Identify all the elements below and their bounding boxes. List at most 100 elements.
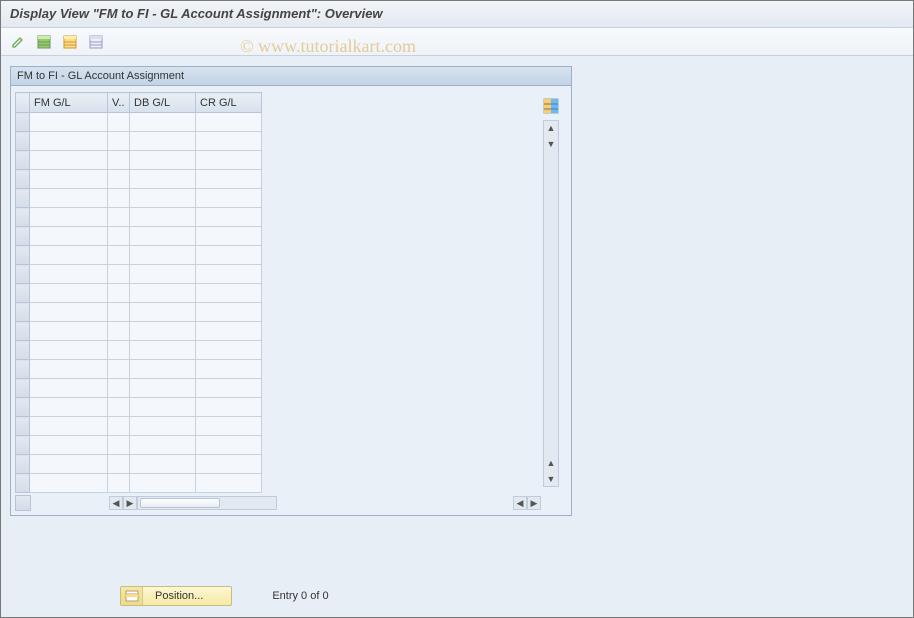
cell-db_gl[interactable] [130, 341, 196, 360]
cell-v[interactable] [108, 436, 130, 455]
table-row[interactable] [16, 151, 262, 170]
cell-db_gl[interactable] [130, 208, 196, 227]
cell-fm_gl[interactable] [30, 341, 108, 360]
table-row[interactable] [16, 398, 262, 417]
cell-fm_gl[interactable] [30, 113, 108, 132]
cell-cr_gl[interactable] [196, 303, 262, 322]
table-row[interactable] [16, 360, 262, 379]
cell-db_gl[interactable] [130, 417, 196, 436]
cell-cr_gl[interactable] [196, 474, 262, 493]
table-row[interactable] [16, 208, 262, 227]
cell-db_gl[interactable] [130, 265, 196, 284]
cell-fm_gl[interactable] [30, 360, 108, 379]
table-row[interactable] [16, 303, 262, 322]
cell-fm_gl[interactable] [30, 379, 108, 398]
cell-fm_gl[interactable] [30, 265, 108, 284]
cell-db_gl[interactable] [130, 360, 196, 379]
scroll-up2-button[interactable]: ▲ [544, 456, 558, 470]
cell-v[interactable] [108, 170, 130, 189]
table-row[interactable] [16, 417, 262, 436]
table-settings-button[interactable] [543, 98, 559, 114]
hscroll-thumb[interactable] [140, 498, 220, 508]
row-selector[interactable] [16, 227, 30, 246]
scroll-up-button[interactable]: ▲ [544, 121, 558, 135]
cell-cr_gl[interactable] [196, 284, 262, 303]
cell-cr_gl[interactable] [196, 455, 262, 474]
column-header-selector[interactable] [16, 93, 30, 113]
hscroll-left-1[interactable]: ◀ [109, 496, 123, 510]
row-selector[interactable] [16, 284, 30, 303]
cell-v[interactable] [108, 303, 130, 322]
cell-cr_gl[interactable] [196, 151, 262, 170]
cell-fm_gl[interactable] [30, 208, 108, 227]
cell-v[interactable] [108, 208, 130, 227]
cell-db_gl[interactable] [130, 151, 196, 170]
row-selector[interactable] [16, 322, 30, 341]
cell-cr_gl[interactable] [196, 436, 262, 455]
cell-db_gl[interactable] [130, 113, 196, 132]
cell-fm_gl[interactable] [30, 170, 108, 189]
cell-fm_gl[interactable] [30, 189, 108, 208]
table-row[interactable] [16, 227, 262, 246]
column-header-db_gl[interactable]: DB G/L [130, 93, 196, 113]
cell-fm_gl[interactable] [30, 151, 108, 170]
cell-cr_gl[interactable] [196, 208, 262, 227]
hscroll-track[interactable] [137, 496, 277, 510]
table-row[interactable] [16, 322, 262, 341]
cell-fm_gl[interactable] [30, 284, 108, 303]
table-row[interactable] [16, 132, 262, 151]
row-selector[interactable] [16, 246, 30, 265]
cell-v[interactable] [108, 284, 130, 303]
cell-fm_gl[interactable] [30, 398, 108, 417]
cell-cr_gl[interactable] [196, 322, 262, 341]
cell-db_gl[interactable] [130, 189, 196, 208]
toolbar-deselect-all-button[interactable] [86, 32, 106, 52]
cell-db_gl[interactable] [130, 474, 196, 493]
cell-cr_gl[interactable] [196, 379, 262, 398]
table-row[interactable] [16, 170, 262, 189]
cell-fm_gl[interactable] [30, 474, 108, 493]
row-selector[interactable] [16, 379, 30, 398]
cell-db_gl[interactable] [130, 455, 196, 474]
row-selector[interactable] [16, 265, 30, 284]
scroll-down-button[interactable]: ▼ [544, 137, 558, 151]
table-row[interactable] [16, 284, 262, 303]
cell-v[interactable] [108, 417, 130, 436]
cell-v[interactable] [108, 189, 130, 208]
cell-fm_gl[interactable] [30, 436, 108, 455]
cell-v[interactable] [108, 113, 130, 132]
scroll-down2-button[interactable]: ▼ [544, 472, 558, 486]
cell-cr_gl[interactable] [196, 398, 262, 417]
cell-v[interactable] [108, 265, 130, 284]
cell-v[interactable] [108, 341, 130, 360]
cell-db_gl[interactable] [130, 436, 196, 455]
cell-db_gl[interactable] [130, 322, 196, 341]
cell-v[interactable] [108, 151, 130, 170]
row-selector[interactable] [16, 474, 30, 493]
toolbar-select-button[interactable] [34, 32, 54, 52]
cell-db_gl[interactable] [130, 227, 196, 246]
row-selector[interactable] [16, 113, 30, 132]
data-grid[interactable]: FM G/LV..DB G/LCR G/L [15, 92, 262, 493]
cell-v[interactable] [108, 322, 130, 341]
table-row[interactable] [16, 379, 262, 398]
toolbar-edit-button[interactable] [8, 32, 28, 52]
hscroll-left-2[interactable]: ◀ [513, 496, 527, 510]
cell-fm_gl[interactable] [30, 303, 108, 322]
cell-fm_gl[interactable] [30, 227, 108, 246]
cell-db_gl[interactable] [130, 303, 196, 322]
cell-cr_gl[interactable] [196, 341, 262, 360]
row-selector[interactable] [16, 170, 30, 189]
cell-v[interactable] [108, 360, 130, 379]
cell-cr_gl[interactable] [196, 417, 262, 436]
row-selector[interactable] [16, 341, 30, 360]
cell-fm_gl[interactable] [30, 246, 108, 265]
cell-v[interactable] [108, 132, 130, 151]
cell-db_gl[interactable] [130, 132, 196, 151]
cell-v[interactable] [108, 246, 130, 265]
column-header-v[interactable]: V.. [108, 93, 130, 113]
table-row[interactable] [16, 246, 262, 265]
cell-cr_gl[interactable] [196, 189, 262, 208]
table-row[interactable] [16, 455, 262, 474]
cell-fm_gl[interactable] [30, 417, 108, 436]
